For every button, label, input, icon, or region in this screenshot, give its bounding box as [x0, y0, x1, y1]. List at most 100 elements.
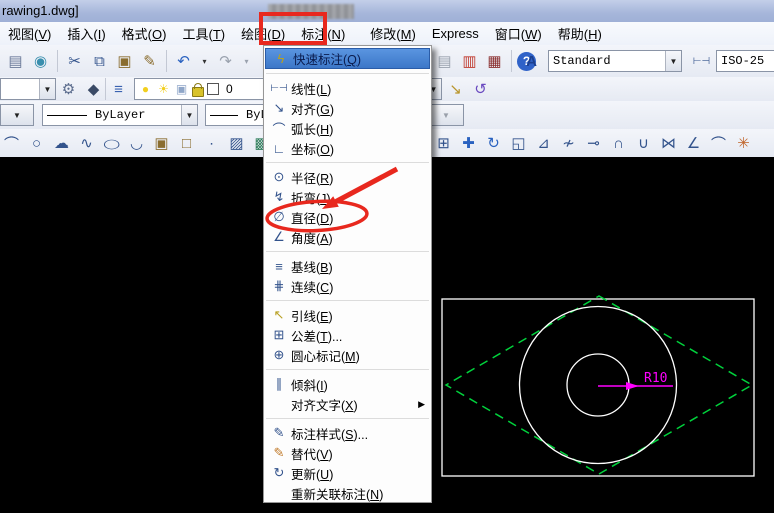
- menu-item-t-tolerance-icon[interactable]: ⊞公差(T)...: [264, 325, 431, 345]
- menu-item-u-update-dim-icon[interactable]: ↻更新(U): [264, 463, 431, 483]
- menubar-item-i[interactable]: 插入(I): [64, 24, 108, 43]
- paste-icon[interactable]: ▣: [113, 50, 136, 73]
- copy-icon[interactable]: ⧉: [88, 50, 111, 73]
- make-block-icon[interactable]: □: [175, 132, 198, 155]
- menu-item-b-baseline-dim-icon[interactable]: ≡基线(B): [264, 256, 431, 276]
- join-icon[interactable]: ⋈: [657, 132, 680, 155]
- menu-item-label: 倾斜(I): [291, 375, 425, 394]
- menu-item-label: 基线(B): [291, 257, 425, 276]
- menu-separator: [266, 251, 429, 252]
- redo-icon[interactable]: ↷: [214, 50, 237, 73]
- menu-item-j-jogged-dim-icon[interactable]: ↯折弯(J): [264, 187, 431, 207]
- menubar-item-o[interactable]: 格式(O): [119, 24, 170, 43]
- gear-icon[interactable]: ⚙: [57, 78, 80, 101]
- cut-icon[interactable]: ✂: [63, 50, 86, 73]
- text-style-combo[interactable]: Standard ▼: [548, 50, 682, 72]
- extend-icon[interactable]: ⊸: [582, 132, 605, 155]
- trim-icon[interactable]: ≁: [557, 132, 580, 155]
- title-bar[interactable]: rawing1.dwg]: [0, 0, 774, 23]
- dim-style-toolbar-icon[interactable]: ⊢⊣: [690, 50, 713, 73]
- undo-icon[interactable]: ↶: [172, 50, 195, 73]
- plot-icon[interactable]: ▤: [4, 50, 27, 73]
- menubar-item-h[interactable]: 帮助(H): [555, 24, 605, 43]
- circle-icon[interactable]: ○: [25, 132, 48, 155]
- layer-previous-icon[interactable]: ↺: [469, 78, 492, 101]
- arc-icon[interactable]: ⌒: [0, 132, 23, 155]
- menu-item-l-linear-dim-icon[interactable]: ⊢⊣线性(L): [264, 78, 431, 98]
- menu-item-n-plain[interactable]: 重新关联标注(N): [264, 483, 431, 503]
- linetype-caret-icon[interactable]: ▼: [181, 105, 197, 125]
- dim-style-combo[interactable]: ISO-25: [716, 50, 774, 72]
- break-at-point-icon[interactable]: ∩: [607, 132, 630, 155]
- point-icon[interactable]: ∙: [200, 132, 223, 155]
- break-icon[interactable]: ∪: [632, 132, 655, 155]
- menu-item-label: 引线(E): [291, 306, 425, 325]
- menu-item-v-override-icon[interactable]: ✎替代(V): [264, 443, 431, 463]
- menu-item-a-angular-dim-icon[interactable]: ∠角度(A): [264, 227, 431, 247]
- layers-icon[interactable]: ≡: [107, 78, 130, 101]
- submenu-arrow-icon: ▶: [418, 399, 425, 410]
- revision-cloud-icon[interactable]: ☁: [50, 132, 73, 155]
- calculator-icon[interactable]: ▦: [483, 50, 506, 73]
- menu-item-e-leader-icon[interactable]: ↖引线(E): [264, 305, 431, 325]
- menu-item-i-oblique-icon[interactable]: ∥倾斜(I): [264, 374, 431, 394]
- menu-item-m-center-mark-icon[interactable]: ⊕圆心标记(M): [264, 345, 431, 365]
- sheet-set-icon[interactable]: ▤: [433, 50, 456, 73]
- menubar-item-t[interactable]: 工具(T): [179, 24, 228, 43]
- menubar-item-m[interactable]: 修改(M): [367, 24, 419, 43]
- radius-dimension-arrow: [626, 382, 639, 390]
- menu-item-d-diameter-dim-icon[interactable]: ∅直径(D): [264, 207, 431, 227]
- explode-icon[interactable]: ✳: [732, 132, 755, 155]
- menu-item-o-ordinate-dim-icon[interactable]: ∟坐标(O): [264, 138, 431, 158]
- menu-item-g-aligned-dim-icon[interactable]: ↘对齐(G): [264, 98, 431, 118]
- menu-item-q-quick-dim-icon[interactable]: ϟ快速标注(Q): [265, 48, 430, 69]
- ellipse-arc-icon[interactable]: ◡: [125, 132, 148, 155]
- undo-caret-icon[interactable]: ▾: [197, 50, 212, 73]
- chamfer-icon[interactable]: ∠: [682, 132, 705, 155]
- menu-item-c-continue-dim-icon[interactable]: ⋕连续(C): [264, 276, 431, 296]
- publish-icon[interactable]: ◉: [29, 50, 52, 73]
- array-icon[interactable]: ⊞: [432, 132, 455, 155]
- text-style-caret-icon[interactable]: ▼: [665, 51, 681, 71]
- menu-separator: [266, 300, 429, 301]
- toolbar-separator: [511, 50, 512, 72]
- insert-block-icon[interactable]: ▣: [150, 132, 173, 155]
- scale-icon[interactable]: ◱: [507, 132, 530, 155]
- workspace-combo[interactable]: ▼: [0, 78, 56, 100]
- workspace-caret-icon[interactable]: ▼: [39, 79, 55, 99]
- menubar-item-express[interactable]: Express: [429, 26, 482, 41]
- linetype-sample: [47, 115, 87, 116]
- override-icon: ✎: [267, 445, 291, 461]
- rotate-icon[interactable]: ↻: [482, 132, 505, 155]
- menu-item-label: 角度(A): [291, 228, 425, 247]
- move-icon[interactable]: ✚: [457, 132, 480, 155]
- color-combo[interactable]: ▼: [0, 104, 34, 126]
- linetype-combo[interactable]: ByLayer ▼: [42, 104, 198, 126]
- ellipse-icon[interactable]: ◯: [100, 136, 123, 150]
- fillet-icon[interactable]: ⌒: [707, 132, 730, 155]
- menu-item-label: 对齐文字(X): [291, 395, 418, 414]
- color-swatch-icon: [207, 83, 219, 95]
- menubar-item-d[interactable]: 绘图(D): [238, 24, 288, 43]
- menubar-item-w[interactable]: 窗口(W): [492, 24, 545, 43]
- color-caret-icon[interactable]: ▼: [1, 105, 33, 125]
- match-properties-icon[interactable]: ✎: [138, 50, 161, 73]
- make-object-layer-current-icon[interactable]: ↘: [444, 78, 467, 101]
- oblique-icon: ∥: [267, 376, 291, 392]
- stamp-icon[interactable]: ▥: [458, 50, 481, 73]
- stretch-icon[interactable]: ⊿: [532, 132, 555, 155]
- plot-style-combo: ▼: [428, 104, 464, 126]
- menu-item-s-dim-style-menu-icon[interactable]: ✎标注样式(S)...: [264, 423, 431, 443]
- jogged-dim-icon: ↯: [267, 189, 291, 205]
- spline-icon[interactable]: ∿: [75, 132, 98, 155]
- text-style-icon[interactable]: A: [520, 50, 543, 73]
- redo-caret-icon[interactable]: ▾: [239, 50, 254, 73]
- menu-item-r-radius-dim-icon[interactable]: ⊙半径(R): [264, 167, 431, 187]
- hatch-icon[interactable]: ▨: [225, 132, 248, 155]
- menubar-item-n[interactable]: 标注(N): [298, 24, 348, 43]
- menu-item-x-plain[interactable]: 对齐文字(X)▶: [264, 394, 431, 414]
- menubar-item-v[interactable]: 视图(V): [5, 24, 54, 43]
- layer-states-icon[interactable]: ◆: [82, 78, 105, 101]
- menu-item-h-arc-length-dim-icon[interactable]: ⌒弧长(H): [264, 118, 431, 138]
- menu-item-label: 重新关联标注(N): [291, 484, 425, 503]
